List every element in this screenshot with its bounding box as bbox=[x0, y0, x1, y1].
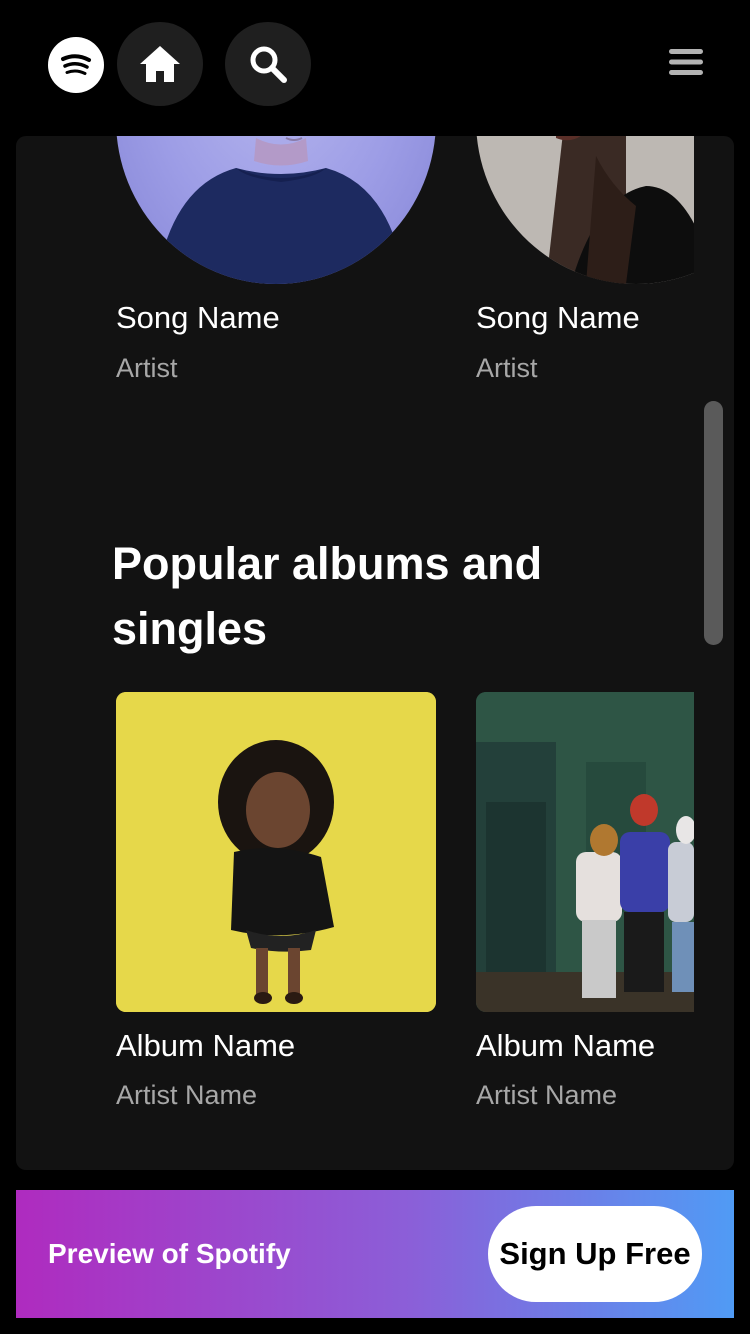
scrollbar-thumb[interactable] bbox=[704, 401, 723, 645]
signup-banner: Preview of Spotify Sign Up Free bbox=[16, 1190, 734, 1318]
song-title[interactable]: Song Name bbox=[116, 300, 280, 336]
album-title[interactable]: Album Name bbox=[116, 1028, 295, 1064]
sign-up-free-button[interactable]: Sign Up Free bbox=[488, 1206, 702, 1302]
song-artwork[interactable] bbox=[116, 136, 436, 284]
search-button[interactable] bbox=[225, 22, 311, 106]
content-panel: Song Name Artist Song Name Artist Popula… bbox=[16, 136, 734, 1170]
home-button[interactable] bbox=[117, 22, 203, 106]
song-artist[interactable]: Artist bbox=[116, 353, 178, 384]
section-title: Popular albums and singles bbox=[112, 538, 543, 654]
preview-banner-text: Preview of Spotify bbox=[48, 1238, 291, 1269]
album-title[interactable]: Album Name bbox=[476, 1028, 655, 1064]
album-artist[interactable]: Artist Name bbox=[476, 1080, 617, 1111]
album-artwork[interactable] bbox=[476, 692, 694, 1012]
menu-button[interactable] bbox=[664, 40, 708, 84]
search-icon bbox=[250, 46, 287, 83]
home-icon bbox=[140, 46, 180, 82]
spotify-logo-icon[interactable] bbox=[48, 37, 104, 93]
hamburger-menu-icon bbox=[669, 49, 703, 75]
song-artwork[interactable] bbox=[476, 136, 694, 284]
album-artwork[interactable] bbox=[116, 692, 436, 1012]
song-title[interactable]: Song Name bbox=[476, 300, 640, 336]
album-artist[interactable]: Artist Name bbox=[116, 1080, 257, 1111]
top-navigation bbox=[0, 0, 750, 136]
song-artist[interactable]: Artist bbox=[476, 353, 538, 384]
